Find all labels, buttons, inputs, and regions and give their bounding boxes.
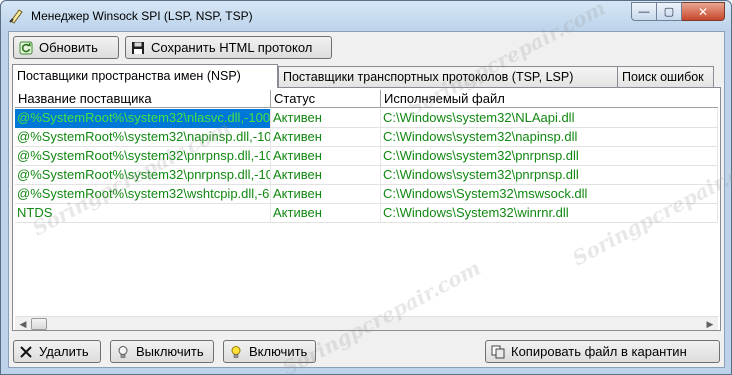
file-cell: C:\Windows\system32\napinsp.dll	[381, 128, 718, 147]
client-area: Обновить Сохранить HTML протокол Поставщ…	[8, 31, 725, 368]
maximize-icon: ▢	[663, 6, 675, 18]
file-cell: C:\Windows\System32\mswsock.dll	[381, 185, 718, 204]
table-row[interactable]: @%SystemRoot%\system32\pnrpnsp.dll,-1001…	[15, 166, 718, 185]
refresh-icon	[19, 41, 33, 54]
quarantine-label: Копировать файл в карантин	[511, 344, 687, 359]
copy-file-icon	[491, 345, 505, 358]
delete-button[interactable]: Удалить	[13, 340, 101, 363]
scroll-thumb[interactable]	[31, 318, 47, 330]
maximize-button[interactable]: ▢	[657, 2, 682, 21]
tab-nsp-label: Поставщики пространства имен (NSP)	[17, 69, 241, 83]
app-icon	[9, 9, 23, 24]
status-cell: Активен	[271, 204, 381, 223]
save-html-label: Сохранить HTML протокол	[151, 40, 313, 55]
scroll-left-icon[interactable]: ◀	[16, 318, 30, 330]
scroll-right-icon[interactable]: ▶	[703, 318, 717, 330]
minimize-icon: —	[638, 5, 650, 18]
file-cell: C:\Windows\system32\pnrpnsp.dll	[381, 166, 718, 185]
close-icon: ✕	[697, 4, 709, 19]
file-cell: C:\Windows\system32\pnrpnsp.dll	[381, 147, 718, 166]
provider-name-cell: @%SystemRoot%\system32\pnrpnsp.dll,-1001	[15, 166, 271, 185]
tab-tsp-lsp[interactable]: Поставщики транспортных протоколов (TSP,…	[278, 66, 618, 87]
table-row[interactable]: @%SystemRoot%\system32\nlasvc.dll,-1000 …	[15, 109, 718, 128]
delete-x-icon	[20, 345, 32, 358]
table-row[interactable]: @%SystemRoot%\system32\napinsp.dll,-1000…	[15, 128, 718, 147]
title-bar[interactable]: Менеджер Winsock SPI (LSP, NSP, TSP) — ▢…	[1, 1, 731, 31]
tab-panel: Название поставщика Статус Исполняемый ф…	[12, 87, 721, 331]
status-cell: Активен	[271, 147, 381, 166]
tab-error-search-label: Поиск ошибок	[622, 70, 704, 84]
provider-name-cell: @%SystemRoot%\system32\nlasvc.dll,-1000	[15, 109, 271, 128]
save-html-button[interactable]: Сохранить HTML протокол	[125, 36, 332, 59]
disable-button[interactable]: Выключить	[110, 340, 214, 363]
table-header: Название поставщика Статус Исполняемый ф…	[15, 90, 718, 108]
providers-table[interactable]: Название поставщика Статус Исполняемый ф…	[15, 90, 718, 316]
floppy-disk-icon	[132, 41, 144, 54]
refresh-label: Обновить	[39, 40, 98, 55]
delete-label: Удалить	[39, 344, 89, 359]
provider-name-cell: NTDS	[15, 204, 271, 223]
caption-buttons: — ▢ ✕	[631, 2, 725, 22]
file-cell: C:\Windows\System32\winrnr.dll	[381, 204, 718, 223]
bulb-off-icon	[118, 345, 128, 358]
provider-name-cell: @%SystemRoot%\system32\pnrpnsp.dll,-1000	[15, 147, 271, 166]
close-button[interactable]: ✕	[682, 2, 725, 21]
horizontal-scrollbar[interactable]: ◀ ▶	[15, 316, 718, 330]
enable-button[interactable]: Включить	[223, 340, 316, 363]
provider-name-cell: @%SystemRoot%\system32\napinsp.dll,-1000	[15, 128, 271, 147]
status-cell: Активен	[271, 185, 381, 204]
tab-error-search[interactable]: Поиск ошибок	[617, 66, 714, 87]
enable-label: Включить	[249, 344, 308, 359]
column-header-file[interactable]: Исполняемый файл	[381, 90, 718, 108]
minimize-button[interactable]: —	[631, 2, 657, 21]
column-header-name[interactable]: Название поставщика	[15, 90, 271, 108]
window-title: Менеджер Winsock SPI (LSP, NSP, TSP)	[31, 9, 253, 23]
quarantine-button[interactable]: Копировать файл в карантин	[485, 340, 720, 363]
tab-tsp-lsp-label: Поставщики транспортных протоколов (TSP,…	[283, 70, 574, 84]
provider-name-cell: @%SystemRoot%\system32\wshtcpip.dll,-601…	[15, 185, 271, 204]
table-row[interactable]: @%SystemRoot%\system32\pnrpnsp.dll,-1000…	[15, 147, 718, 166]
bulb-on-icon	[231, 345, 241, 358]
disable-label: Выключить	[136, 344, 204, 359]
file-cell: C:\Windows\system32\NLAapi.dll	[381, 109, 718, 128]
status-cell: Активен	[271, 128, 381, 147]
table-row[interactable]: NTDS Активен C:\Windows\System32\winrnr.…	[15, 204, 718, 223]
tab-nsp[interactable]: Поставщики пространства имен (NSP)	[12, 64, 278, 88]
table-row[interactable]: @%SystemRoot%\system32\wshtcpip.dll,-601…	[15, 185, 718, 204]
refresh-button[interactable]: Обновить	[13, 36, 119, 59]
column-header-status[interactable]: Статус	[271, 90, 381, 108]
status-cell: Активен	[271, 166, 381, 185]
main-window: Менеджер Winsock SPI (LSP, NSP, TSP) — ▢…	[0, 0, 732, 375]
status-cell: Активен	[271, 109, 381, 128]
